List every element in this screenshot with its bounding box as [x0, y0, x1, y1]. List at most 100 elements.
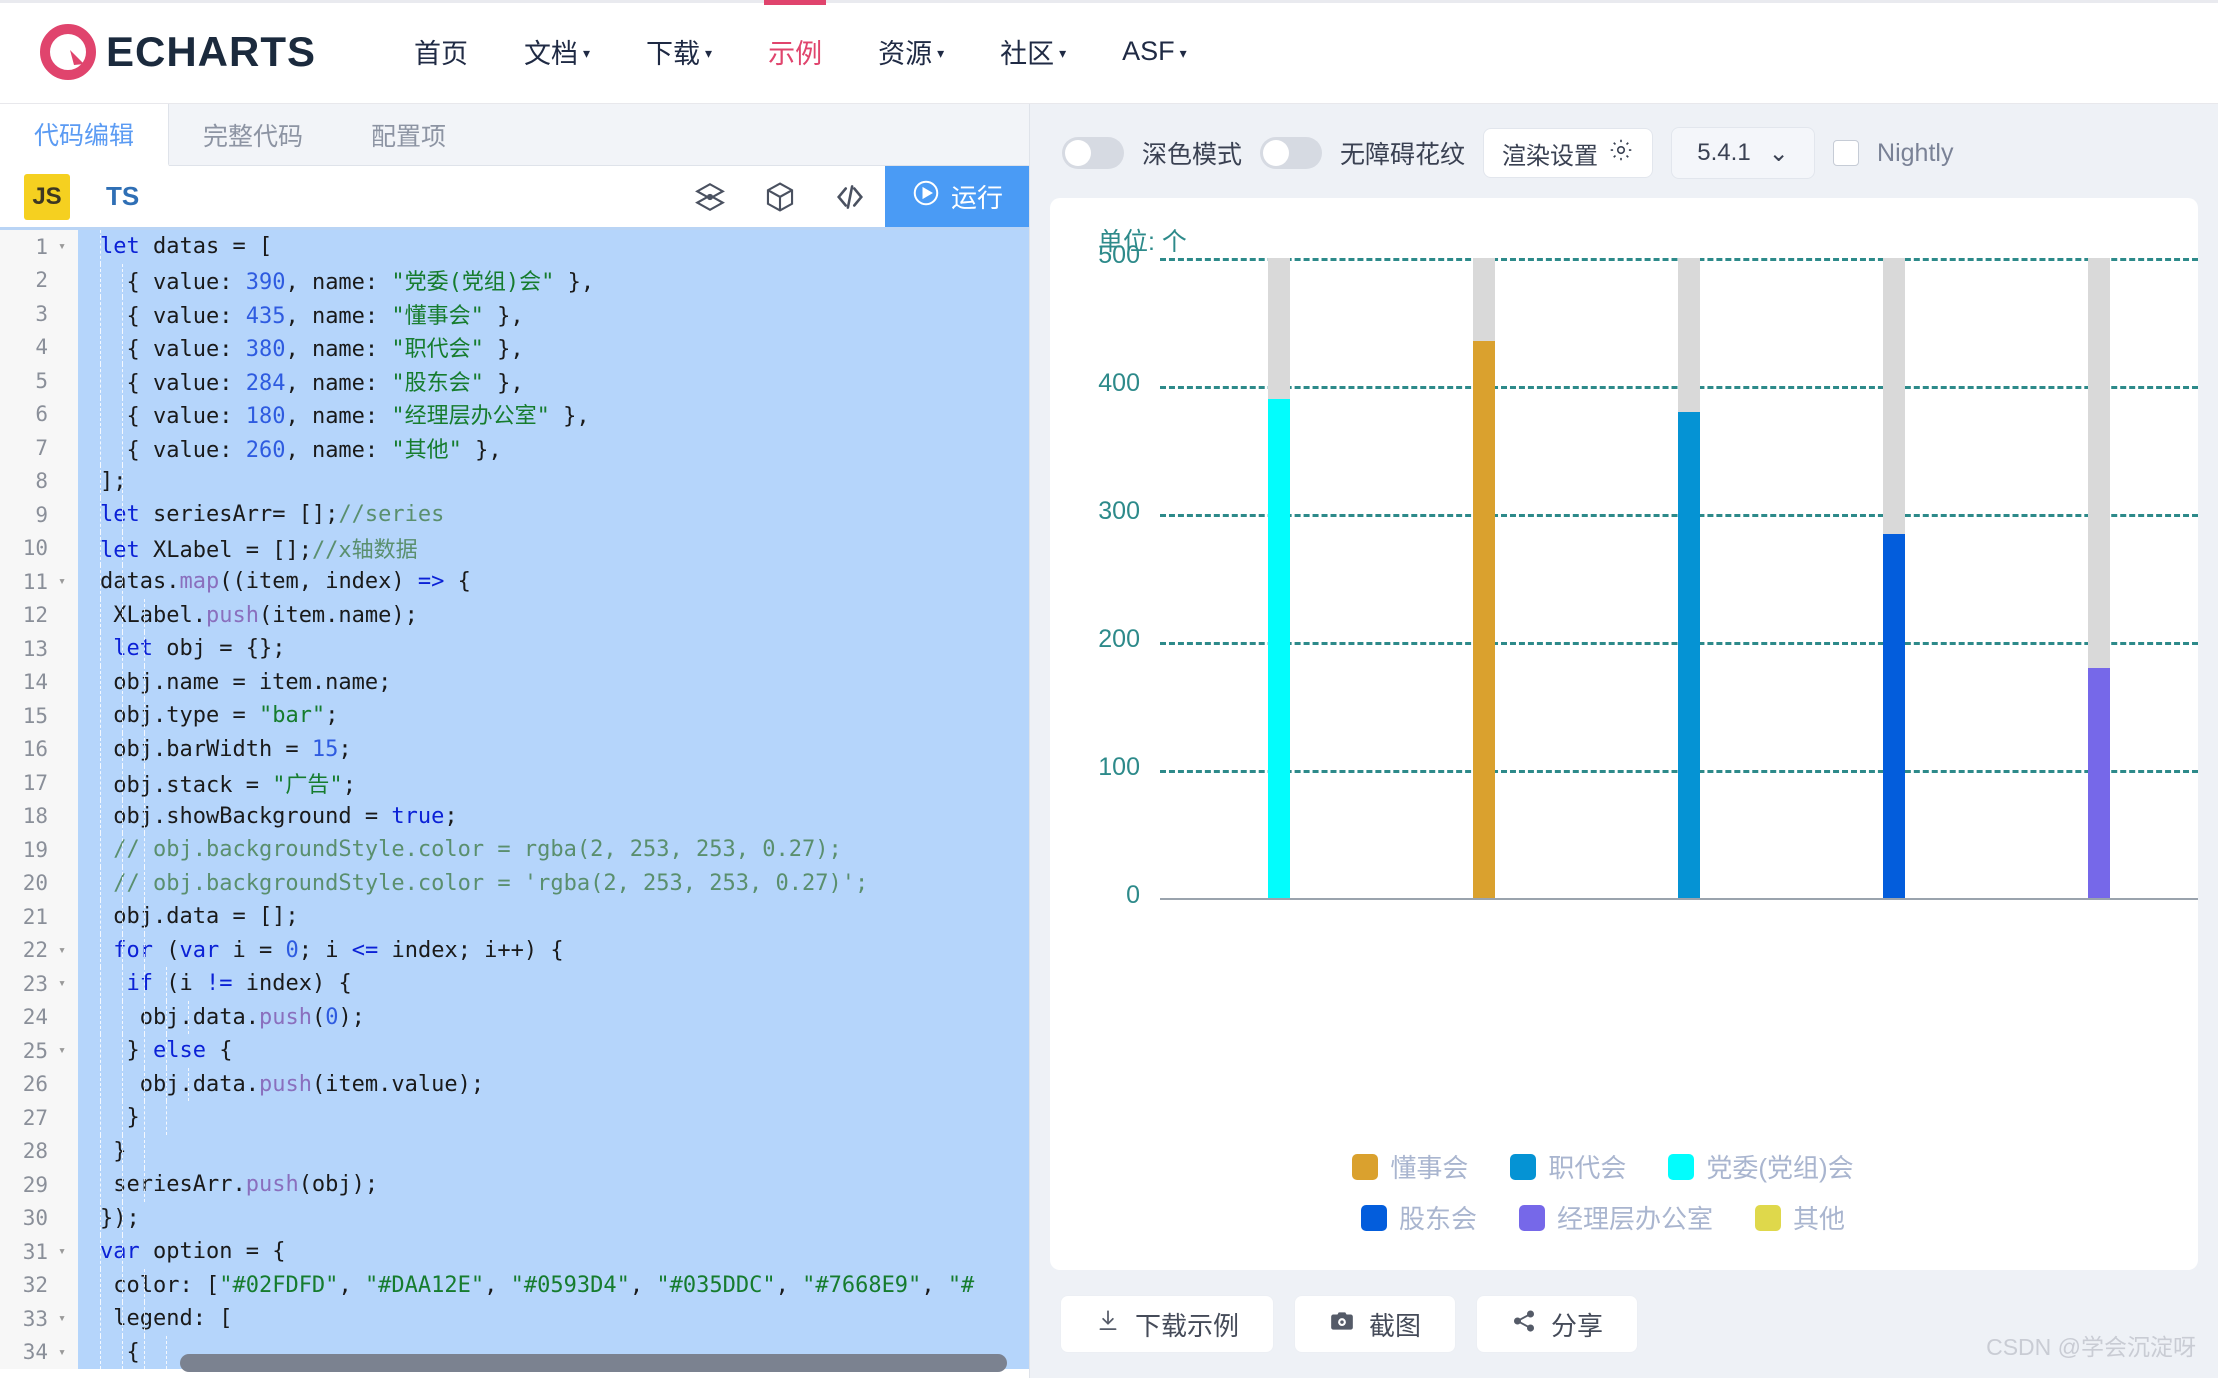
bar-1[interactable]: [1473, 341, 1495, 898]
code-line-source: var option = {: [78, 1235, 1029, 1269]
nav-item-0[interactable]: 首页: [386, 0, 496, 103]
code-line-source: obj.barWidth = 15;: [78, 732, 1029, 766]
run-button[interactable]: 运行: [884, 166, 1029, 227]
lang-js-button[interactable]: JS: [24, 173, 70, 220]
nav-item-3[interactable]: 示例: [740, 0, 850, 103]
fold-arrow-icon[interactable]: ▾: [54, 239, 66, 254]
legend-item[interactable]: 党委(党组)会: [1668, 1148, 1854, 1185]
indent-guide: [122, 531, 123, 565]
fold-arrow-icon[interactable]: ▾: [54, 1311, 66, 1326]
indent-guide: [122, 632, 123, 666]
code-area[interactable]: 1 ▾ let datas = [2 { value: 390, name: "党委…: [0, 230, 1029, 1378]
code-line-source: }: [78, 1101, 1029, 1135]
bar-2[interactable]: [1678, 411, 1700, 898]
indent-guide: [122, 1134, 123, 1168]
code-text: obj.type = "bar";: [100, 703, 339, 729]
indent-guide: [100, 431, 101, 465]
indent-guide: [144, 1034, 145, 1068]
indent-guide: [122, 1101, 123, 1135]
horizontal-scrollbar[interactable]: [180, 1354, 1007, 1372]
lang-ts-button[interactable]: TS: [106, 181, 139, 212]
editor-tab-0[interactable]: 代码编辑: [0, 104, 170, 166]
code-line-source: obj.data.push(0);: [78, 1000, 1029, 1034]
legend-item[interactable]: 股东会: [1360, 1199, 1477, 1236]
indent-guide: [122, 1335, 123, 1369]
nav-item-label: 下载: [646, 39, 701, 69]
nav-item-6[interactable]: ASF ▾: [1094, 0, 1215, 103]
fold-arrow-icon[interactable]: ▾: [54, 1345, 66, 1360]
line-number-text: 3: [35, 301, 48, 326]
code-text: XLabel.push(item.name);: [100, 602, 418, 628]
nightly-checkbox[interactable]: [1833, 140, 1860, 166]
indent-guide: [100, 397, 101, 431]
indent-guide: [100, 498, 101, 532]
code-line-source: // obj.backgroundStyle.color = 'rgba(2, …: [78, 866, 1029, 900]
line-number: 6: [0, 397, 78, 431]
editor-tab-1[interactable]: 完整代码: [169, 104, 337, 165]
cube-icon[interactable]: [745, 180, 815, 214]
action-button-0[interactable]: 下载示例: [1060, 1295, 1275, 1353]
bar-0[interactable]: [1268, 398, 1290, 898]
chart-legend: 懂事会 职代会 党委(党组)会股东会 经理层办公室 其他: [1050, 1148, 2198, 1236]
line-number-text: 18: [22, 804, 48, 829]
nav-item-5[interactable]: 社区 ▾: [972, 0, 1094, 103]
code-line: 17 obj.stack = "广告";: [0, 766, 1029, 800]
indent-guide: [100, 1067, 101, 1101]
line-number: 20: [0, 866, 78, 900]
version-select[interactable]: 5.4.1 ⌄: [1671, 127, 1816, 179]
fold-arrow-icon[interactable]: ▾: [54, 1043, 66, 1058]
action-button-1[interactable]: 截图: [1294, 1295, 1457, 1353]
code-text: for (var i = 0; i <= index; i++) {: [113, 937, 564, 963]
action-button-2[interactable]: 分享: [1476, 1295, 1639, 1353]
line-number: 12: [0, 598, 78, 632]
code-brackets-icon[interactable]: [815, 180, 885, 214]
indent-guide: [122, 699, 123, 733]
indent-guide: [100, 297, 101, 331]
legend-item[interactable]: 其他: [1755, 1199, 1845, 1236]
code-line-source: obj.stack = "广告";: [78, 766, 1029, 800]
code-line: 31 ▾ var option = {: [0, 1235, 1029, 1269]
code-line-source: obj.type = "bar";: [78, 699, 1029, 733]
nav-item-1[interactable]: 文档 ▾: [496, 0, 618, 103]
fold-arrow-icon[interactable]: ▾: [54, 574, 66, 589]
line-number: 31 ▾: [0, 1235, 78, 1269]
render-settings-button[interactable]: 渲染设置: [1483, 128, 1654, 178]
code-line-source: });: [78, 1201, 1029, 1235]
legend-item[interactable]: 职代会: [1510, 1148, 1626, 1185]
bar-4[interactable]: [2088, 667, 2110, 898]
indent-guide: [122, 464, 123, 498]
indent-guide: [166, 1034, 167, 1068]
legend-color-swatch: [1510, 1153, 1537, 1180]
nav-item-4[interactable]: 资源 ▾: [850, 0, 972, 103]
indent-guide: [122, 565, 123, 599]
bar-3[interactable]: [1883, 534, 1905, 898]
action-button-label: 分享: [1551, 1310, 1604, 1341]
layout-grid-icon[interactable]: [675, 180, 745, 214]
accessibility-pattern-toggle[interactable]: [1260, 137, 1323, 169]
fold-arrow-icon[interactable]: ▾: [54, 976, 66, 991]
code-text: seriesArr.push(obj);: [100, 1172, 379, 1198]
code-text: legend: [: [100, 1306, 233, 1332]
indent-guide: [122, 1235, 123, 1269]
dark-mode-toggle[interactable]: [1062, 137, 1124, 169]
action-button-label: 截图: [1369, 1310, 1422, 1341]
code-text: obj.stack = "广告";: [100, 772, 356, 798]
legend-item-label: 其他: [1793, 1204, 1846, 1234]
legend-item[interactable]: 懂事会: [1352, 1148, 1468, 1185]
indent-guide: [100, 230, 101, 264]
nav-item-2[interactable]: 下载 ▾: [618, 0, 740, 103]
code-line-source: // obj.backgroundStyle.color = rgba(2, 2…: [78, 833, 1029, 867]
legend-item[interactable]: 经理层办公室: [1518, 1199, 1713, 1236]
render-settings-label: 渲染设置: [1502, 142, 1599, 170]
code-line-source: datas.map((item, index) => {: [78, 565, 1029, 599]
code-text: // obj.backgroundStyle.color = 'rgba(2, …: [113, 870, 869, 896]
indent-guide: [100, 866, 101, 900]
echarts-logo[interactable]: ECHARTS: [40, 23, 316, 80]
chevron-down-icon: ▾: [583, 45, 591, 61]
preview-toolbar: 深色模式 无障碍花纹 渲染设置 5.4.1 ⌄ Nightly: [1050, 122, 2198, 184]
indent-guide: [100, 1201, 101, 1235]
fold-arrow-icon[interactable]: ▾: [54, 943, 66, 958]
fold-arrow-icon[interactable]: ▾: [54, 1244, 66, 1259]
editor-tab-2[interactable]: 配置项: [337, 104, 480, 165]
code-line: 6 { value: 180, name: "经理层办公室" },: [0, 397, 1029, 431]
